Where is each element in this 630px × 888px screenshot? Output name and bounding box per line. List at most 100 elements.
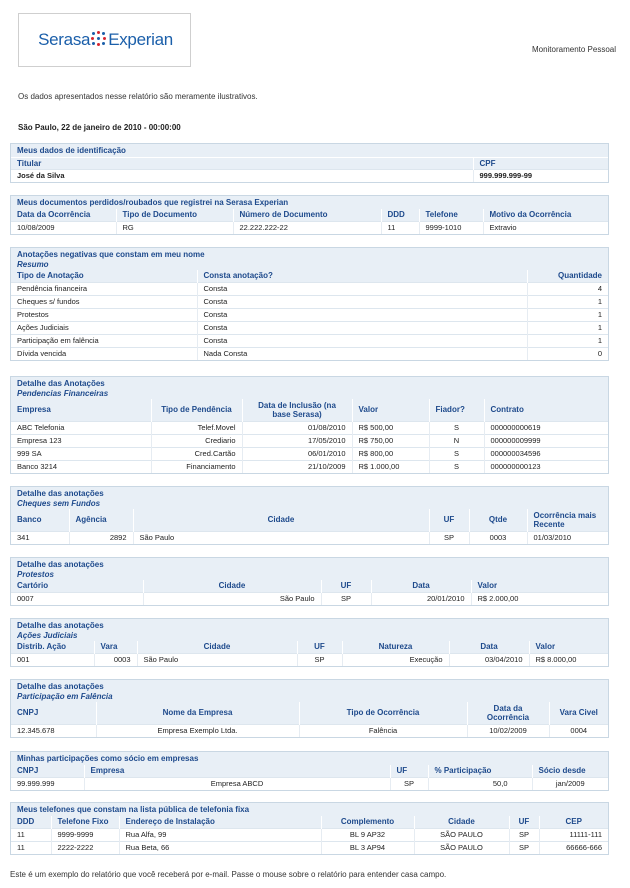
cheques-table: Banco Agência Cidade UF Qtde Ocorrência …: [11, 509, 608, 544]
col-header: Data da Ocorrência: [466, 702, 549, 724]
table-cell: Telef.Movel: [150, 420, 242, 434]
logo-dots-icon: [91, 31, 107, 47]
table-cell: Dívida vencida: [11, 346, 197, 360]
table-cell: SP: [296, 652, 342, 666]
table-row: 99.999.999 Empresa ABCD SP 50,0 jan/2009: [11, 776, 608, 790]
section-title-text: Detalhe das anotações: [17, 489, 104, 498]
table-cell: Pendência financeira: [11, 281, 197, 295]
table-row: 999 SA Cred.Cartão 06/01/2010 R$ 800,00 S 000…: [11, 446, 608, 460]
col-cpf: CPF: [472, 157, 608, 170]
col-header: Valor: [528, 641, 608, 653]
table-cell: São Paulo: [142, 591, 321, 605]
table-cell: R$ 800,00: [351, 446, 429, 460]
table-cell: Cred.Cartão: [150, 446, 242, 460]
socio-table: CNPJ Empresa UF % Participação Sócio des…: [11, 765, 608, 790]
col-header: Número de Documento: [232, 209, 381, 221]
table-row: Dívida vencida Nada Consta 0: [11, 346, 608, 360]
serasa-experian-logo: Serasa Experian: [18, 13, 191, 67]
col-header: Data da Ocorrência: [11, 209, 116, 221]
table-cell: ABC Telefonia: [11, 420, 151, 434]
section-socio: Minhas participações como sócio em empre…: [10, 751, 609, 791]
table-cell: 12.345.678: [11, 723, 96, 737]
col-header: Valor: [470, 580, 608, 592]
report-date: São Paulo, 22 de janeiro de 2010 - 00:00…: [18, 123, 181, 132]
col-header: Cidade: [413, 816, 509, 828]
table-cell: 9999-9999: [50, 827, 119, 841]
table-cell: Participação em falência: [11, 333, 197, 347]
table-cell: 1: [526, 307, 608, 321]
table-cell: 11111-111: [538, 827, 608, 841]
table-cell: 341: [11, 530, 69, 544]
table-cell: 03/04/2010: [448, 652, 529, 666]
table-cell: S: [428, 420, 484, 434]
section-title: Detalhe das Anotações Pendencias Finance…: [11, 377, 608, 399]
table-cell: Consta: [196, 281, 527, 295]
table-cell: Consta: [196, 333, 527, 347]
table-cell: 22.222.222-22: [232, 220, 381, 234]
table-cell: 0003: [468, 530, 527, 544]
col-header: CEP: [538, 816, 608, 828]
section-subtitle: Cheques sem Fundos: [17, 499, 101, 508]
table-cell: 99.999.999: [11, 776, 84, 790]
table-row: Ações Judiciais Consta 1: [11, 320, 608, 334]
col-header: Contrato: [483, 399, 608, 421]
table-cell: 4: [526, 281, 608, 295]
table-cell: Consta: [196, 294, 527, 308]
table-cell: 000000034596: [483, 446, 608, 460]
table-row: José da Silva 999.999.999-99: [11, 169, 608, 182]
table-cell: 000000000619: [483, 420, 608, 434]
product-name: Monitoramento Pessoal: [531, 45, 616, 54]
table-cell: R$ 2.000,00: [470, 591, 608, 605]
col-header: Fiador?: [428, 399, 484, 421]
col-header: Endereço de Instalação: [118, 816, 321, 828]
section-falencia: Detalhe das anotações Participação em Fa…: [10, 679, 609, 738]
table-cell: 01/03/2010: [526, 530, 608, 544]
table-cell: Rua Beta, 66: [118, 840, 321, 854]
col-header: Distrib. Ação: [11, 641, 94, 653]
col-header: Valor: [351, 399, 429, 421]
col-header: Tipo de Ocorrência: [298, 702, 467, 724]
table-cell: Ações Judiciais: [11, 320, 197, 334]
report-header: Serasa Experian Monitoramento Pessoal: [0, 0, 630, 80]
col-header: Motivo da Ocorrência: [482, 209, 608, 221]
section-telefones: Meus telefones que constam na lista públ…: [10, 802, 609, 855]
table-cell: Execução: [341, 652, 449, 666]
table-cell: 2892: [68, 530, 133, 544]
table-cell: N: [428, 433, 484, 447]
col-header: CNPJ: [11, 765, 84, 777]
col-header: Empresa: [11, 399, 151, 421]
col-header: UF: [296, 641, 342, 653]
table-cell: 0: [526, 346, 608, 360]
table-cell: SÃO PAULO: [413, 840, 509, 854]
col-header: Natureza: [341, 641, 449, 653]
anotacoes-table: Tipo de Anotação Consta anotação? Quanti…: [11, 270, 608, 360]
table-row: Pendência financeira Consta 4: [11, 281, 608, 295]
section-title: Detalhe das anotações Cheques sem Fundos: [11, 487, 608, 509]
table-cell: 1: [526, 294, 608, 308]
col-header: Cartório: [11, 580, 143, 592]
pendencias-table: Empresa Tipo de Pendência Data de Inclus…: [11, 399, 608, 473]
section-title-text: Detalhe das anotações: [17, 560, 104, 569]
table-cell: R$ 8.000,00: [528, 652, 608, 666]
col-header: Tipo de Pendência: [150, 399, 242, 421]
section-acoes: Detalhe das anotações Ações Judiciais Di…: [10, 618, 609, 667]
table-row: Empresa 123 Crediario 17/05/2010 R$ 750,00 N…: [11, 433, 608, 447]
table-cell: 66666-666: [538, 840, 608, 854]
table-row: Cheques s/ fundos Consta 1: [11, 294, 608, 308]
col-header: Cidade: [132, 509, 429, 531]
col-header: Tipo de Documento: [115, 209, 233, 221]
col-header: Data de Inclusão (na base Serasa): [241, 399, 352, 421]
col-header: Vara: [93, 641, 137, 653]
table-cell: R$ 1.000,00: [351, 459, 429, 473]
table-cell: Protestos: [11, 307, 197, 321]
table-cell: São Paulo: [132, 530, 429, 544]
section-subtitle: Pendencias Financeiras: [17, 389, 109, 398]
section-identificacao: Meus dados de identificação Titular CPF …: [10, 143, 609, 183]
table-cell: jan/2009: [531, 776, 608, 790]
table-cell: 10/08/2009: [11, 220, 116, 234]
col-header: Data: [448, 641, 529, 653]
table-cell: RG: [115, 220, 233, 234]
table-cell: 17/05/2010: [241, 433, 352, 447]
table-cell: 01/08/2010: [241, 420, 352, 434]
section-title: Meus telefones que constam na lista públ…: [11, 803, 608, 816]
